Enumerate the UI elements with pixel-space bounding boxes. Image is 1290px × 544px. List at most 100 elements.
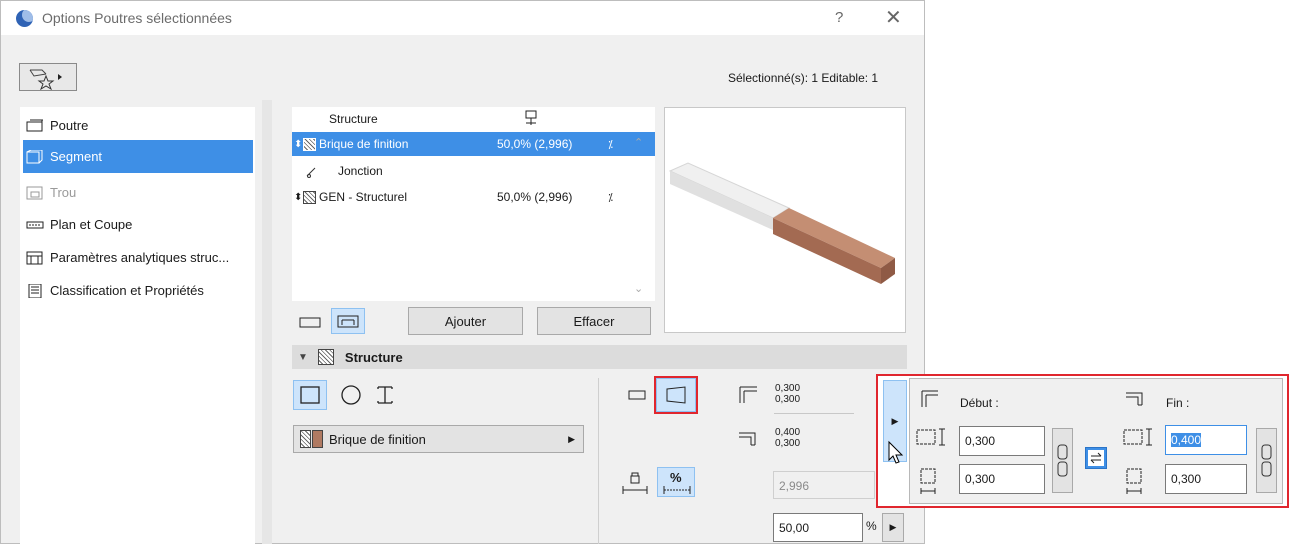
end-dims-readout: 0,400 0,300 [775, 427, 800, 449]
start-height-field[interactable]: 0,300 [959, 426, 1045, 456]
end-width-field[interactable]: 0,300 [1165, 464, 1247, 494]
close-button[interactable]: ✕ [885, 5, 902, 30]
percent-mode-toggle[interactable]: % [657, 467, 695, 497]
window-title: Options Poutres sélectionnées [42, 10, 232, 26]
dropdown-arrow-icon: ▶ [568, 433, 575, 444]
row-value: 50,0% (2,996) [497, 190, 573, 204]
uniform-section-icon [628, 390, 646, 400]
percent-ruler-icon [663, 486, 691, 494]
material-label: Brique de finition [329, 431, 426, 447]
analytic-icon [26, 251, 43, 264]
list-row[interactable]: ⬍ GEN - Structurel 50,0% (2,996) ⁒ [292, 185, 655, 209]
list-row[interactable]: ⬍ Brique de finition 50,0% (2,996) ⁒ [292, 132, 655, 156]
circular-shape-button[interactable] [336, 380, 366, 410]
start-link-button[interactable] [1052, 428, 1073, 493]
selection-info: Sélectionné(s): 1 Editable: 1 [728, 71, 879, 85]
i-profile-icon [377, 386, 393, 404]
nav-label: Plan et Coupe [50, 217, 133, 232]
start-width-field[interactable]: 0,300 [959, 464, 1045, 494]
width-dimension-icon [920, 468, 936, 494]
end-height-field[interactable]: 0,400 [1165, 425, 1247, 455]
row-name: Jonction [338, 164, 383, 178]
rectangle-shape-icon [300, 386, 320, 404]
thickness-header-icon [525, 110, 537, 125]
section-title: Structure [344, 349, 403, 365]
row-name: GEN - Structurel [319, 190, 408, 204]
scroll-down-icon[interactable]: ⌄ [634, 282, 643, 295]
width-dimension-icon [1126, 468, 1142, 494]
uniform-section-toggle[interactable] [622, 382, 652, 408]
nav-label: Paramètres analytiques struc... [50, 250, 230, 265]
start-profile-icon [739, 386, 757, 403]
nav-item-segment[interactable]: Segment [23, 140, 253, 173]
nav-label: Trou [50, 185, 77, 200]
length-lock-icon [622, 472, 648, 494]
nav-item-trou[interactable]: Trou [23, 176, 253, 209]
segment-icon [26, 149, 43, 163]
percent-field[interactable]: 50,00 [773, 513, 863, 542]
list-row[interactable]: Jonction [292, 159, 655, 183]
reorder-handle-icon[interactable]: ⬍ [294, 192, 302, 203]
3d-preview[interactable] [664, 107, 906, 333]
start-width-value: 0,300 [775, 383, 801, 394]
highlight-box [654, 376, 698, 414]
hatch-swatch-icon [317, 349, 334, 365]
nav-label: Segment [50, 149, 103, 164]
section-view-toggle[interactable] [331, 308, 365, 334]
section-view-icon [337, 315, 359, 328]
scroll-up-icon[interactable]: ⌃ [634, 136, 643, 149]
nav-label: Classification et Propriétés [50, 283, 204, 298]
help-button[interactable]: ? [835, 9, 843, 26]
end-link-button[interactable] [1256, 428, 1277, 493]
add-button[interactable]: Ajouter [408, 307, 523, 335]
end-width-value: 0,400 [775, 427, 801, 438]
classification-icon [28, 283, 42, 298]
title-bar: Options Poutres sélectionnées ? ✕ [1, 1, 924, 35]
percent-lock-icon[interactable]: ⁒ [608, 138, 613, 151]
row-name: Brique de finition [319, 137, 409, 151]
end-height-value: 0,300 [775, 438, 801, 449]
rectangle-view-icon [299, 317, 321, 328]
beam-icon [26, 119, 43, 131]
junction-icon [306, 167, 316, 178]
settings-nav: Poutre Segment Trou Plan et Coupe Paramè… [20, 107, 255, 544]
percent-lock-icon[interactable]: ⁒ [608, 191, 613, 204]
material-color-swatch [312, 430, 323, 448]
chain-link-icon [1261, 444, 1272, 477]
height-dimension-icon [916, 428, 945, 446]
rectangular-shape-button[interactable] [293, 380, 327, 410]
hatch-swatch-icon [303, 190, 316, 204]
length-field[interactable]: 2,996 [773, 471, 875, 499]
mouse-cursor-icon [888, 440, 904, 464]
nav-item-plan-coupe[interactable]: Plan et Coupe [23, 208, 253, 241]
delete-button[interactable]: Effacer [537, 307, 651, 335]
swap-start-end-button[interactable] [1085, 447, 1107, 469]
swap-arrows-icon [1088, 450, 1104, 466]
panel-separator [262, 100, 272, 544]
material-selector[interactable]: Brique de finition ▶ [293, 425, 584, 453]
list-header: Structure [292, 107, 655, 131]
start-dims-readout: 0,300 0,300 [775, 383, 800, 405]
profile-shape-button[interactable] [370, 380, 400, 410]
collapse-arrow-icon[interactable]: ▼ [298, 352, 308, 363]
nav-label: Poutre [50, 118, 89, 133]
list-header-label: Structure [329, 112, 378, 126]
nav-item-analytic[interactable]: Paramètres analytiques struc... [23, 241, 253, 274]
percent-menu-arrow-icon[interactable]: ▶ [882, 513, 904, 542]
beam-preview-image [668, 162, 895, 284]
nav-item-classification[interactable]: Classification et Propriétés [23, 274, 253, 307]
start-label: Début : [960, 396, 999, 410]
hole-icon [26, 186, 43, 199]
structure-section-header[interactable]: ▼ Structure [292, 345, 907, 369]
plan-section-icon [26, 221, 44, 228]
app-logo-icon [16, 10, 33, 27]
skin-list: Structure ⬍ Brique de finition 50,0% (2,… [292, 107, 655, 301]
plan-view-toggle[interactable] [296, 311, 324, 333]
favorites-button[interactable] [19, 63, 77, 91]
percent-unit: % [866, 519, 877, 533]
nav-item-poutre[interactable]: Poutre [23, 109, 253, 142]
end-label: Fin : [1166, 396, 1190, 410]
end-height-selected-text: 0,400 [1171, 433, 1202, 447]
row-value: 50,0% (2,996) [497, 137, 573, 151]
reorder-handle-icon[interactable]: ⬍ [294, 139, 302, 150]
